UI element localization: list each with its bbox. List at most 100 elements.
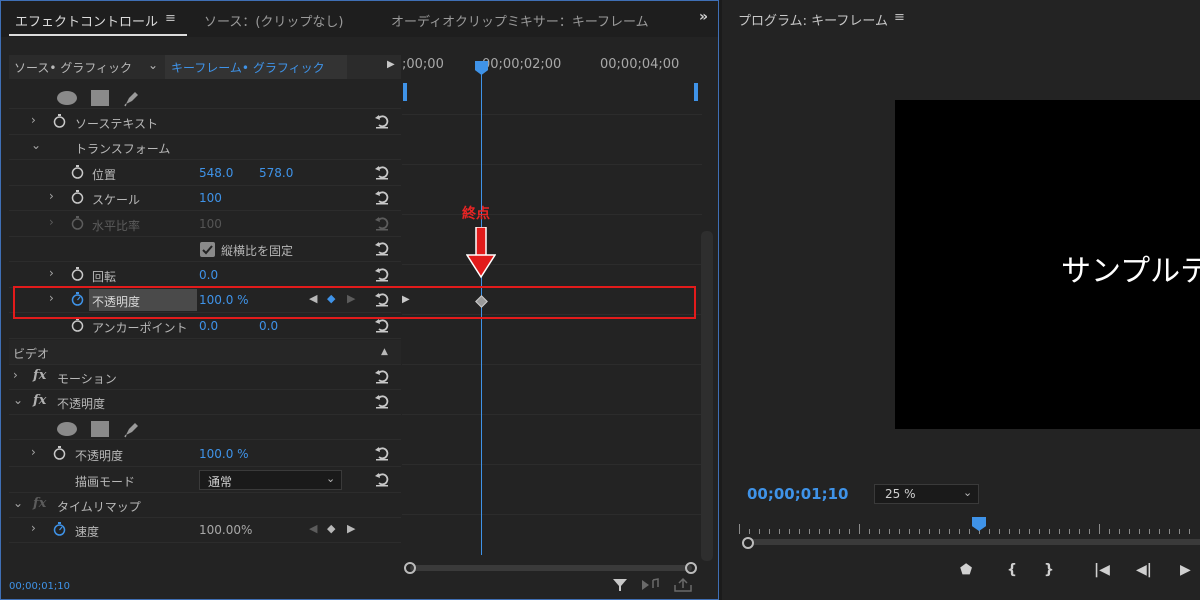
blend-mode-select[interactable]: 通常 ⌄ [199,470,342,490]
anchor-y-value[interactable]: 0.0 [259,319,278,333]
program-scroll-track[interactable] [752,539,1200,545]
tab-audio-clip-mixer[interactable]: オーディオクリップミキサー：キーフレーム [391,11,649,30]
position-x-value[interactable]: 548.0 [199,166,233,180]
play-button[interactable]: ▶ [1180,562,1191,578]
collapse-chevron-icon[interactable]: ⌄ [13,393,23,407]
rotation-value[interactable]: 0.0 [199,268,218,282]
expand-chevron-icon[interactable]: › [31,445,36,459]
play-audio-icon[interactable]: ▶ [387,59,395,70]
expand-chevron-icon[interactable]: › [49,266,54,280]
reset-icon[interactable] [374,164,390,180]
program-timecode[interactable]: 00;00;01;10 [747,485,849,503]
fx-icon[interactable]: fx [33,368,46,383]
timeline-zoom-scrollbar[interactable] [402,561,698,575]
pen-mask-icon[interactable] [123,420,141,438]
reset-icon[interactable] [374,317,390,333]
zoom-handle-left[interactable] [404,562,416,574]
ruler-tick [809,529,810,534]
scale-value[interactable]: 100 [199,191,222,205]
play-audio-only-icon[interactable] [641,578,661,592]
horizontal-scale-label: 水平比率 [92,219,141,233]
reset-icon[interactable] [374,266,390,282]
ruler-tick [1109,529,1110,534]
ellipse-mask-icon[interactable] [57,422,77,436]
checkmark-icon [202,245,213,255]
rectangle-mask-icon[interactable] [91,421,109,437]
clip-end-marker[interactable] [694,83,698,101]
ruler-tick [889,529,890,534]
uniform-scale-label: 縦横比を固定 [221,244,294,258]
pen-mask-icon[interactable] [123,89,141,107]
chevron-down-icon[interactable]: ⌄ [148,58,158,72]
clip-start-marker[interactable] [403,83,407,101]
reset-icon[interactable] [374,393,390,409]
reset-icon[interactable] [374,368,390,384]
stopwatch-icon[interactable] [71,267,84,281]
stopwatch-active-icon[interactable] [53,522,66,536]
stopwatch-icon[interactable] [53,446,66,460]
panel-menu-icon[interactable]: ≡ [165,11,176,26]
collapse-chevron-icon[interactable]: ⌄ [13,496,23,510]
position-y-value[interactable]: 578.0 [259,166,293,180]
collapse-up-icon[interactable]: ▲ [381,347,388,357]
program-zoom-handle[interactable] [742,537,754,549]
ruler-tick [789,529,790,534]
source-clip-label[interactable]: ソース• グラフィック [14,59,132,76]
add-keyframe-icon[interactable]: ◆ [327,522,335,535]
reset-icon[interactable] [374,445,390,461]
program-time-ruler[interactable] [739,520,1200,534]
time-remap-label: タイムリマップ [57,500,141,514]
zoom-handle-right[interactable] [685,562,697,574]
prev-keyframe-icon[interactable]: ◀ [309,522,317,535]
zoom-level-select[interactable]: 25 % ⌄ [874,484,979,504]
reset-icon[interactable] [374,189,390,205]
reset-icon[interactable] [374,471,390,487]
effect-opacity-value[interactable]: 100.0 % [199,447,249,461]
reset-icon[interactable] [374,113,390,129]
playhead-handle[interactable] [475,61,488,75]
anchor-x-value[interactable]: 0.0 [199,319,218,333]
ruler-tick-label: ;00;00 [402,57,444,72]
tab-source[interactable]: ソース：(クリップなし) [204,11,344,30]
expand-chevron-icon[interactable]: › [13,368,18,382]
rectangle-mask-icon[interactable] [91,90,109,106]
add-marker-button[interactable]: ⬟ [960,562,972,578]
fx-icon[interactable]: fx [33,393,46,408]
program-zoom-scrollbar[interactable] [742,536,1200,549]
mask-tools-row [9,84,401,109]
stopwatch-icon[interactable] [71,318,84,332]
next-keyframe-icon[interactable]: ▶ [347,522,355,535]
mark-out-button[interactable]: } [1044,562,1054,578]
go-to-in-button[interactable]: |◀ [1094,562,1110,578]
panel-menu-icon[interactable]: ≡ [894,10,905,25]
reset-icon[interactable] [374,240,390,256]
uniform-scale-checkbox[interactable] [200,242,215,257]
current-time-display[interactable]: 00;00;01;10 [9,581,70,592]
expand-chevron-icon[interactable]: › [31,521,36,535]
expand-chevron-icon[interactable]: › [31,113,36,127]
stopwatch-icon[interactable] [71,165,84,179]
speed-value[interactable]: 100.00% [199,523,252,537]
ruler-tick-label: 00;00;04;00 [600,57,680,72]
zoom-scroll-track[interactable] [410,565,692,571]
vertical-scrollbar[interactable] [701,231,713,561]
ruler-tick [949,529,950,534]
program-preview[interactable]: サンプルテ [895,100,1200,429]
filter-icon[interactable] [612,577,628,593]
export-icon[interactable] [673,577,693,593]
ruler-tick [849,529,850,534]
tab-effect-controls[interactable]: エフェクトコントロール [15,11,158,30]
ruler-tick [939,529,940,534]
mark-in-button[interactable]: { [1007,562,1017,578]
collapse-chevron-icon[interactable]: ⌄ [31,138,41,152]
expand-chevron-icon[interactable]: › [49,189,54,203]
stopwatch-icon[interactable] [71,190,84,204]
program-monitor-title[interactable]: プログラム: キーフレーム [738,10,888,29]
ellipse-mask-icon[interactable] [57,91,77,105]
sequence-clip-label[interactable]: キーフレーム• グラフィック [165,55,347,79]
tab-overflow-icon[interactable]: » [699,9,708,25]
timeline-row-divider [402,214,702,215]
mask-tools-row [9,415,401,440]
step-back-button[interactable]: ◀| [1136,562,1152,578]
stopwatch-icon[interactable] [53,114,66,128]
